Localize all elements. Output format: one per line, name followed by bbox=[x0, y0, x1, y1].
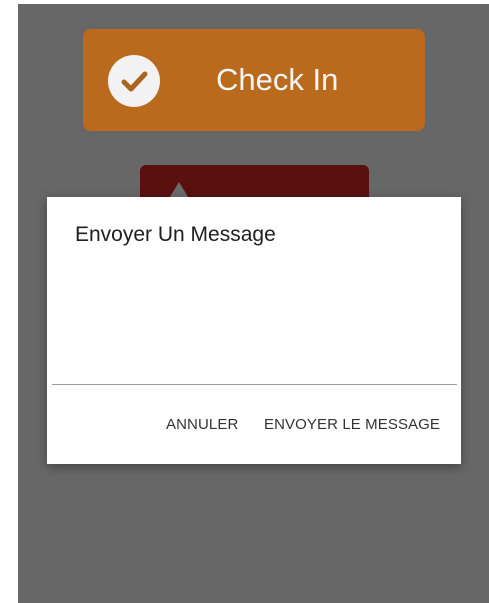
message-input[interactable] bbox=[52, 265, 457, 385]
check-in-label: Check In bbox=[216, 62, 339, 97]
cancel-button[interactable]: ANNULER bbox=[166, 415, 238, 435]
check-circle-icon bbox=[108, 55, 160, 107]
send-message-dialog: Envoyer Un Message ANNULER ENVOYER LE ME… bbox=[47, 197, 461, 464]
send-message-button[interactable]: ENVOYER LE MESSAGE bbox=[264, 415, 440, 435]
app-screen: Check In Envoyer Un Message ANNULER ENVO… bbox=[18, 4, 489, 603]
dialog-title: Envoyer Un Message bbox=[75, 223, 276, 246]
check-in-button[interactable]: Check In bbox=[83, 29, 425, 131]
